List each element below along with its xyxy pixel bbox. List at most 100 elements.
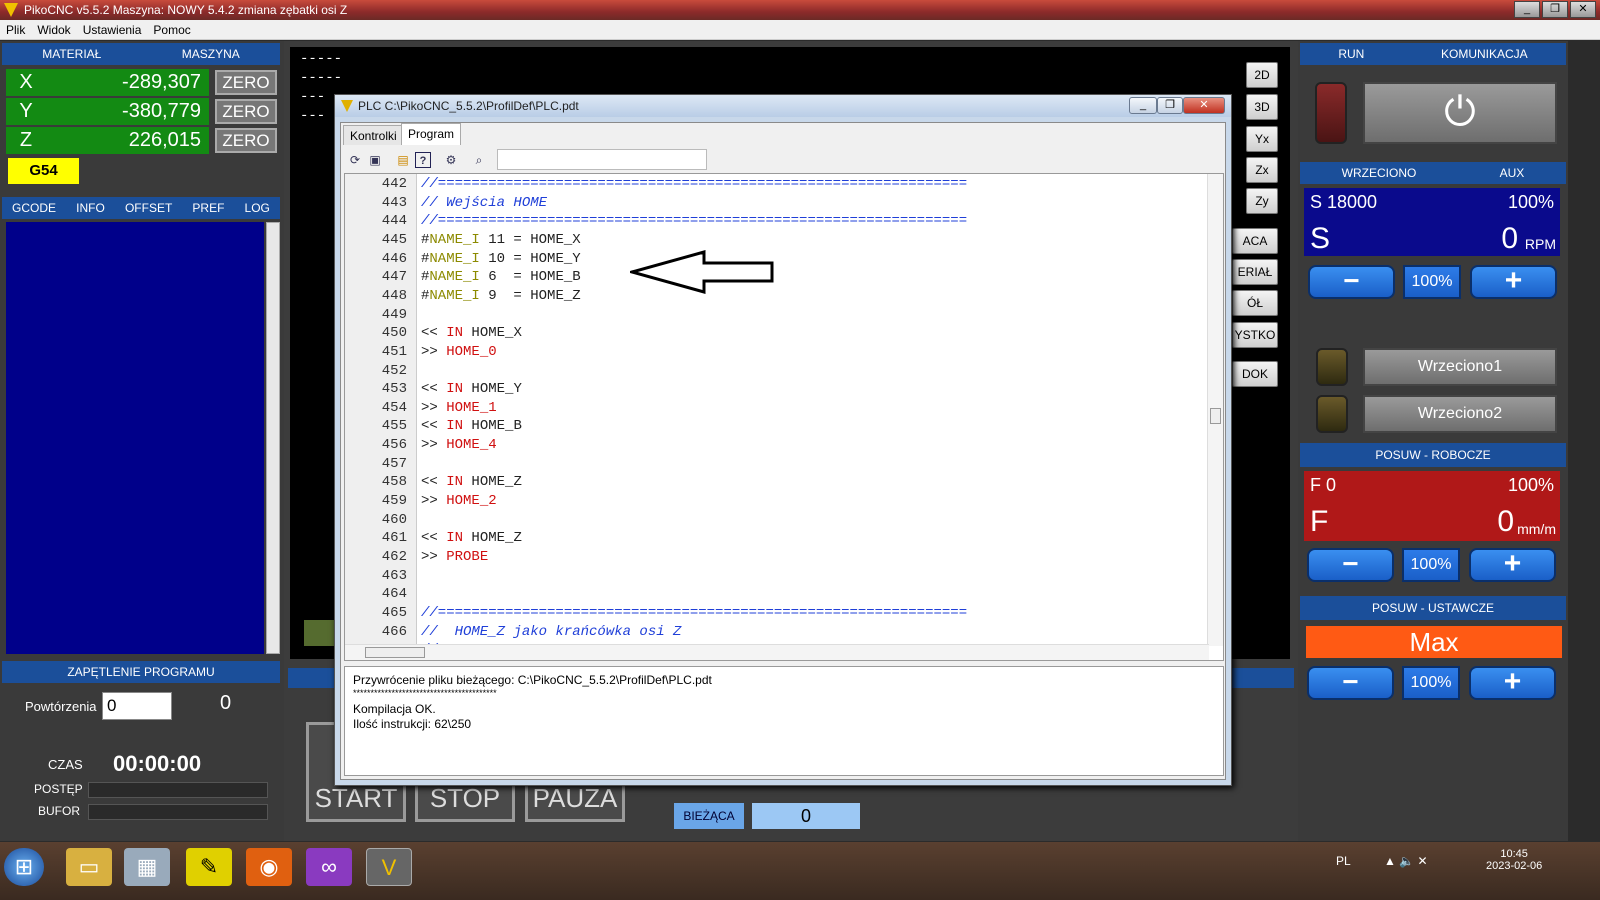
minimize-button[interactable]: _ [1514,1,1540,18]
side-button-5[interactable]: DOK [1232,361,1278,387]
taskbar [0,842,1600,900]
title-bar: PikoCNC v5.5.2 Maszyna: NOWY 5.4.2 zmian… [0,0,1600,20]
aux-tab[interactable]: AUX [1500,166,1525,180]
view-zx-button[interactable]: Zx [1246,157,1278,183]
zero-z-button[interactable]: ZERO [215,127,277,153]
code-comment: //======================================… [421,176,968,192]
gear-icon[interactable]: ⚙ [443,152,459,168]
tab-kontrolki[interactable]: Kontrolki [343,125,404,145]
menu-plik[interactable]: Plik [0,23,31,37]
plc-maximize-button[interactable]: ❐ [1157,97,1183,114]
rapid-minus-button[interactable]: − [1307,666,1394,700]
save-icon[interactable]: ▣ [367,152,383,168]
pikocnc-taskbar-icon[interactable]: V [366,848,412,886]
material-tab[interactable]: MATERIAŁ [42,47,101,61]
gcode-area[interactable] [6,222,264,654]
tray-clock[interactable]: 10:45 2023-02-06 [1486,848,1542,872]
menu-widok[interactable]: Widok [31,23,76,37]
axis-value: -289,307 [46,68,209,96]
code-keyword: HOME_2 [446,493,497,510]
power-button[interactable]: ⏻ [1363,82,1557,144]
menu-ustawienia[interactable]: Ustawienia [77,23,148,37]
vscroll-thumb[interactable] [1210,408,1221,424]
start-orb-icon[interactable]: ⊞ [4,848,44,886]
code-line: >> HOME_1 [421,400,497,416]
calculator-icon[interactable]: ▦ [124,848,170,886]
side-button-1[interactable]: ACA [1232,228,1278,254]
spindle-100-button[interactable]: 100% [1403,265,1461,299]
explorer-icon[interactable]: ▭ [66,848,112,886]
help-icon[interactable]: ? [415,151,431,168]
code-line: //======================================… [421,213,967,229]
zero-x-button[interactable]: ZERO [215,69,277,95]
code-line: << IN HOME_Z [421,530,522,546]
tab-info[interactable]: INFO [76,201,105,215]
view-zy-button[interactable]: Zy [1246,188,1278,214]
tab-gcode[interactable]: GCODE [12,201,56,215]
zero-y-button[interactable]: ZERO [215,98,277,124]
firefox-icon[interactable]: ◉ [246,848,292,886]
plc-close-button[interactable]: ✕ [1183,97,1225,114]
side-button-4[interactable]: YSTKO [1232,322,1278,348]
code-keyword: IN [446,418,464,435]
code-token: HOME_X [463,325,522,342]
app-icon[interactable]: ✎ [186,848,232,886]
tab-offset[interactable]: OFFSET [125,201,172,215]
feed-minus-button[interactable]: − [1307,548,1394,582]
spindle1-button[interactable]: Wrzeciono1 [1363,348,1557,386]
communication-tab[interactable]: KOMUNIKACJA [1441,47,1528,61]
line-number: 454 [381,399,407,416]
spindle-tab[interactable]: WRZECIONO [1342,166,1417,180]
side-button-3[interactable]: ÓŁ [1232,290,1278,316]
gcode-scrollbar[interactable] [266,222,280,654]
work-offset-button[interactable]: G54 [8,158,79,184]
speaker-icon[interactable]: 🔈 [1399,854,1414,868]
code-keyword: IN [446,474,464,491]
editor-vscrollbar[interactable] [1207,174,1223,646]
maximize-button[interactable]: ❐ [1542,1,1568,18]
tab-pref[interactable]: PREF [192,201,224,215]
view-2d-button[interactable]: 2D [1246,62,1278,88]
side-button-2[interactable]: ERIAŁ [1232,259,1278,285]
view-yx-button[interactable]: Yx [1246,126,1278,152]
hscroll-thumb[interactable] [365,647,425,658]
tray-icons[interactable]: ▲ 🔈 ✕ [1384,854,1428,868]
line-number: 449 [381,306,407,323]
code-token: HOME_Z [463,530,522,547]
spindle-minus-button[interactable]: − [1308,265,1395,299]
network-icon[interactable]: ✕ [1418,854,1428,868]
code-token: HOME_Y [463,381,522,398]
left-tabs: GCODE INFO OFFSET PREF LOG [2,197,280,219]
axis-value: 226,015 [46,126,209,154]
spindle-value: 0 [1501,222,1518,255]
repeat-input[interactable]: 0 [102,692,172,720]
rapid-plus-button[interactable]: + [1469,666,1556,700]
menu-pomoc[interactable]: Pomoc [147,23,196,37]
spindle-plus-button[interactable]: + [1470,265,1557,299]
rapid-100-button[interactable]: 100% [1402,666,1460,700]
arrow-up-icon[interactable]: ▲ [1384,854,1396,868]
tab-program[interactable]: Program [401,123,462,145]
feed-plus-button[interactable]: + [1469,548,1556,582]
language-indicator[interactable]: PL [1336,854,1351,868]
search-input[interactable] [497,149,707,170]
spindle2-button[interactable]: Wrzeciono2 [1363,395,1557,433]
plc-window: PLC C:\PikoCNC_5.5.2\ProfilDef\PLC.pdt _… [334,94,1232,786]
close-button[interactable]: ✕ [1570,1,1596,18]
tab-log[interactable]: LOG [245,201,270,215]
code-line: // HOME_Z jako krańcówka osi Z [421,624,681,640]
editor-hscrollbar[interactable] [345,644,1209,660]
view-3d-button[interactable]: 3D [1246,94,1278,120]
find-icon[interactable]: ⌕ [471,152,487,168]
open-folder-icon[interactable]: ▤ [395,152,411,168]
feed-100-button[interactable]: 100% [1402,548,1460,582]
spindle-label: S [1310,222,1331,255]
machine-tab[interactable]: MASZYNA [182,47,240,61]
mask-app-icon[interactable]: ∞ [306,848,352,886]
line-number: 447 [381,269,407,286]
coords-table: X -289,307 ZERO Y -380,779 ZERO Z 226,01… [6,68,277,155]
plc-minimize-button[interactable]: _ [1129,97,1157,114]
refresh-icon[interactable]: ⟳ [347,152,363,168]
code-editor[interactable]: 442 443 444 445 446 447 448 449 450 451 452 453 454 4… [344,173,1224,661]
run-tab[interactable]: RUN [1338,47,1364,61]
